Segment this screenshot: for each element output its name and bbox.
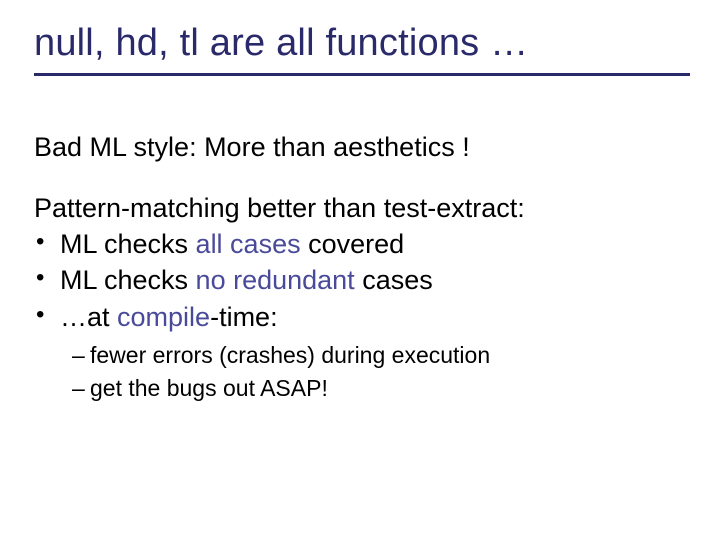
bullet-text-pre: ML checks: [60, 265, 196, 295]
list-item: …at compile-time:: [34, 299, 690, 335]
bullet-text-post: cases: [355, 265, 433, 295]
list-item: get the bugs out ASAP!: [72, 372, 690, 404]
list-item: ML checks all cases covered: [34, 226, 690, 262]
list-item: fewer errors (crashes) during execution: [72, 339, 690, 371]
bullet-text-em: compile: [117, 302, 210, 332]
bullet-list: ML checks all cases covered ML checks no…: [34, 226, 690, 335]
bullet-text-pre: ML checks: [60, 229, 196, 259]
bullet-text-post: -time:: [210, 302, 278, 332]
bullet-text-em: all cases: [196, 229, 301, 259]
bullet-text-em: no redundant: [196, 265, 355, 295]
sub-bullet-list: fewer errors (crashes) during execution …: [72, 339, 690, 403]
bullet-text-pre: …at: [60, 302, 117, 332]
slide-subtitle: Bad ML style: More than aesthetics !: [34, 132, 690, 163]
list-item: ML checks no redundant cases: [34, 262, 690, 298]
slide-title: null, hd, tl are all functions …: [34, 22, 690, 76]
bullet-text-post: covered: [301, 229, 405, 259]
lead-line: Pattern-matching better than test-extrac…: [34, 193, 690, 224]
